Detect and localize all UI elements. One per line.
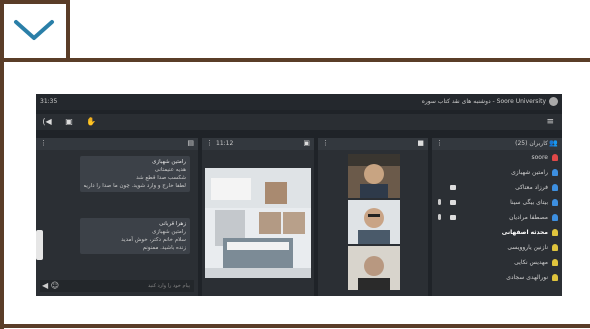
video-panel-header: ■ ⋮: [318, 138, 428, 150]
camera-on-icon: [450, 200, 456, 205]
user-icon: [552, 154, 558, 161]
app-toolbar: ◀) ▣ ✋ ≡: [36, 114, 562, 130]
speaker-icon[interactable]: ◀): [42, 117, 52, 127]
hamburger-icon[interactable]: ≡: [544, 117, 554, 127]
camera-icon: ■: [417, 139, 424, 147]
user-icon: [552, 214, 558, 221]
chevron-down-icon[interactable]: [12, 16, 56, 44]
user-list: soore رامتین شهبازی فرزاد معتاکی بیتای بیگی…: [432, 150, 562, 285]
camera-on-icon: [450, 185, 456, 190]
frame-divider: [0, 58, 590, 62]
chat-panel-menu-icon[interactable]: ⋮: [40, 139, 47, 147]
presentation-panel-menu-icon[interactable]: ⋮: [206, 139, 213, 147]
users-panel-menu-icon[interactable]: ⋮: [436, 139, 443, 147]
screen-share-icon[interactable]: ▣: [64, 117, 74, 127]
chat-message: زهرا قربانی رامتین شهبازی سلام خانم دکتر…: [80, 218, 190, 254]
camera-on-icon: [450, 215, 456, 220]
users-icon: 👥: [549, 139, 558, 147]
user-icon: [552, 169, 558, 176]
presentation-slide: [205, 168, 311, 278]
frame-left-border: [0, 58, 4, 329]
chat-panel-header: ▤ ⋮: [36, 138, 198, 150]
university-logo: [549, 97, 558, 106]
raise-hand-icon[interactable]: ✋: [86, 117, 96, 127]
user-icon: [552, 229, 558, 236]
user-name: نورالهدی سجادی: [506, 274, 548, 281]
chat-panel: ▤ ⋮ رامتین شهبازی هدیه عنیمتانی شکسب صدا…: [36, 138, 198, 296]
chat-icon: ▤: [187, 139, 194, 147]
send-icon[interactable]: ◀ ☺: [42, 281, 59, 290]
video-feed-2[interactable]: [348, 200, 400, 244]
user-list-item[interactable]: محدثه اصفهانی: [432, 225, 562, 240]
user-list-item[interactable]: نورالهدی سجادی: [432, 270, 562, 285]
user-list-item[interactable]: فرزاد معتاکی: [432, 180, 562, 195]
video-feed-3[interactable]: [348, 246, 400, 290]
users-panel-header: 👥 کاربران (25) ⋮: [432, 138, 562, 150]
session-clock: 31:35: [40, 98, 58, 105]
presentation-panel: ▣ 11:12 ⋮: [202, 138, 314, 296]
app-topbar: 31:35 Soore University - دوشنبه های نقد …: [36, 94, 562, 110]
user-name: مهدیس نکایی: [514, 259, 548, 266]
session-title: Soore University - دوشنبه های نقد کتاب س…: [421, 98, 546, 105]
presentation-panel-header: ▣ 11:12 ⋮: [202, 138, 314, 150]
video-panel: ■ ⋮: [318, 138, 428, 296]
user-icon: [552, 259, 558, 266]
microphone-icon: [438, 214, 441, 220]
conference-app: 31:35 Soore University - دوشنبه های نقد …: [36, 94, 562, 296]
user-list-item[interactable]: رامتین شهبازی: [432, 165, 562, 180]
chat-input[interactable]: پیام خود را وارد کنید: [40, 280, 194, 292]
presentation-page: 11:12: [216, 140, 234, 147]
user-name: نازنین یاروویسی: [507, 244, 548, 251]
user-name: مصطفا مرادیان: [509, 214, 548, 221]
microphone-icon: [438, 199, 441, 205]
video-feed-1[interactable]: [348, 154, 400, 198]
user-list-item[interactable]: نازنین یاروویسی: [432, 240, 562, 255]
user-icon: [552, 199, 558, 206]
user-name: soore: [531, 154, 549, 161]
presentation-icon: ▣: [303, 139, 310, 147]
user-name: فرزاد معتاکی: [515, 184, 548, 191]
video-panel-menu-icon[interactable]: ⋮: [322, 139, 329, 147]
user-icon: [552, 184, 558, 191]
chat-message: رامتین شهبازی هدیه عنیمتانی شکسب صدا قطع…: [80, 156, 190, 192]
user-list-item[interactable]: بیتای بیگی سینا: [432, 195, 562, 210]
user-list-item[interactable]: soore: [432, 150, 562, 165]
user-name: بیتای بیگی سینا: [510, 199, 548, 206]
user-list-item[interactable]: مصطفا مرادیان: [432, 210, 562, 225]
user-name: محدثه اصفهانی: [501, 229, 548, 236]
user-icon: [552, 274, 558, 281]
user-list-item[interactable]: مهدیس نکایی: [432, 255, 562, 270]
user-name: رامتین شهبازی: [511, 169, 548, 176]
frame-bottom-border: [0, 324, 590, 328]
chat-scroll-handle[interactable]: [36, 230, 43, 260]
users-panel-title: کاربران (25): [515, 140, 548, 147]
user-icon: [552, 244, 558, 251]
users-panel: 👥 کاربران (25) ⋮ soore رامتین شهبازی فرزاد…: [432, 138, 562, 296]
